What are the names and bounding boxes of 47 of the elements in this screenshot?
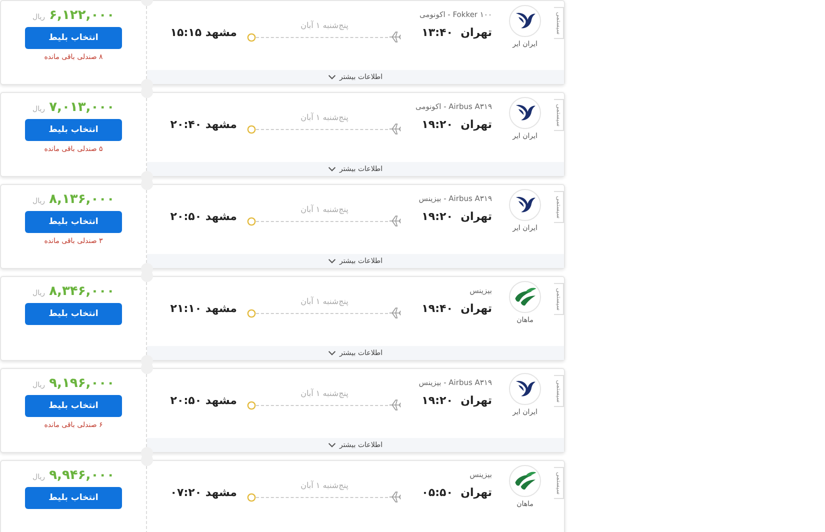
chevron-down-icon — [328, 441, 336, 449]
arrival-time: مشهد ۰۷:۲۰ — [169, 486, 237, 499]
destination-dot-icon — [247, 32, 256, 42]
ticket-price: ۹,۱۹۶,۰۰۰ — [49, 376, 114, 391]
flight-date: پنج‌شنبه ۱ آبان — [300, 113, 348, 122]
select-ticket-button[interactable]: انتخاب بلیط — [25, 27, 122, 49]
destination-dot-icon — [247, 308, 256, 318]
arrival-time: مشهد ۲۰:۴۰ — [169, 118, 237, 131]
ticket-price: ۷,۰۱۳,۰۰۰ — [49, 100, 114, 115]
chevron-down-icon — [328, 73, 336, 81]
destination-dot-icon — [247, 400, 256, 410]
arrival-time: مشهد ۱۵:۱۵ — [169, 26, 237, 39]
chevron-down-icon — [328, 257, 336, 265]
arrival-time: مشهد ۲۱:۱۰ — [169, 302, 237, 315]
departure-time: تهران ۱۹:۲۰ — [420, 394, 492, 407]
destination-dot-icon — [247, 124, 256, 134]
airplane-icon — [388, 490, 402, 504]
airplane-icon — [388, 214, 402, 228]
departure-time: تهران ۱۹:۴۰ — [420, 302, 492, 315]
departure-time: تهران ۱۹:۲۰ — [420, 210, 492, 223]
destination-dot-icon — [247, 216, 256, 226]
select-ticket-button[interactable]: انتخاب بلیط — [25, 303, 122, 325]
select-ticket-button[interactable]: انتخاب بلیط — [25, 211, 122, 233]
airplane-icon — [388, 122, 402, 136]
airplane-icon — [388, 306, 402, 320]
ticket-price: ۹,۹۴۶,۰۰۰ — [49, 468, 114, 483]
departure-time: تهران ۱۳:۴۰ — [420, 26, 492, 39]
departure-time: تهران ۱۹:۲۰ — [420, 118, 492, 131]
ticket-price: ۶,۱۲۲,۰۰۰ — [49, 8, 114, 23]
arrival-time: مشهد ۲۰:۵۰ — [169, 394, 237, 407]
departure-time: تهران ۰۵:۵۰ — [420, 486, 492, 499]
ticket-price: ۸,۳۴۶,۰۰۰ — [49, 284, 114, 299]
flight-date: پنج‌شنبه ۱ آبان — [300, 481, 348, 490]
flight-date: پنج‌شنبه ۱ آبان — [300, 297, 348, 306]
airplane-icon — [388, 30, 402, 44]
select-ticket-button[interactable]: انتخاب بلیط — [25, 487, 122, 509]
flight-date: پنج‌شنبه ۱ آبان — [300, 205, 348, 214]
destination-dot-icon — [247, 492, 256, 502]
flight-date: پنج‌شنبه ۱ آبان — [300, 21, 348, 30]
arrival-time: مشهد ۲۰:۵۰ — [169, 210, 237, 223]
flight-date: پنج‌شنبه ۱ آبان — [300, 389, 348, 398]
ticket-price: ۸,۱۳۶,۰۰۰ — [49, 192, 114, 207]
airplane-icon — [388, 398, 402, 412]
select-ticket-button[interactable]: انتخاب بلیط — [25, 119, 122, 141]
chevron-down-icon — [328, 349, 336, 357]
chevron-down-icon — [328, 165, 336, 173]
select-ticket-button[interactable]: انتخاب بلیط — [25, 395, 122, 417]
